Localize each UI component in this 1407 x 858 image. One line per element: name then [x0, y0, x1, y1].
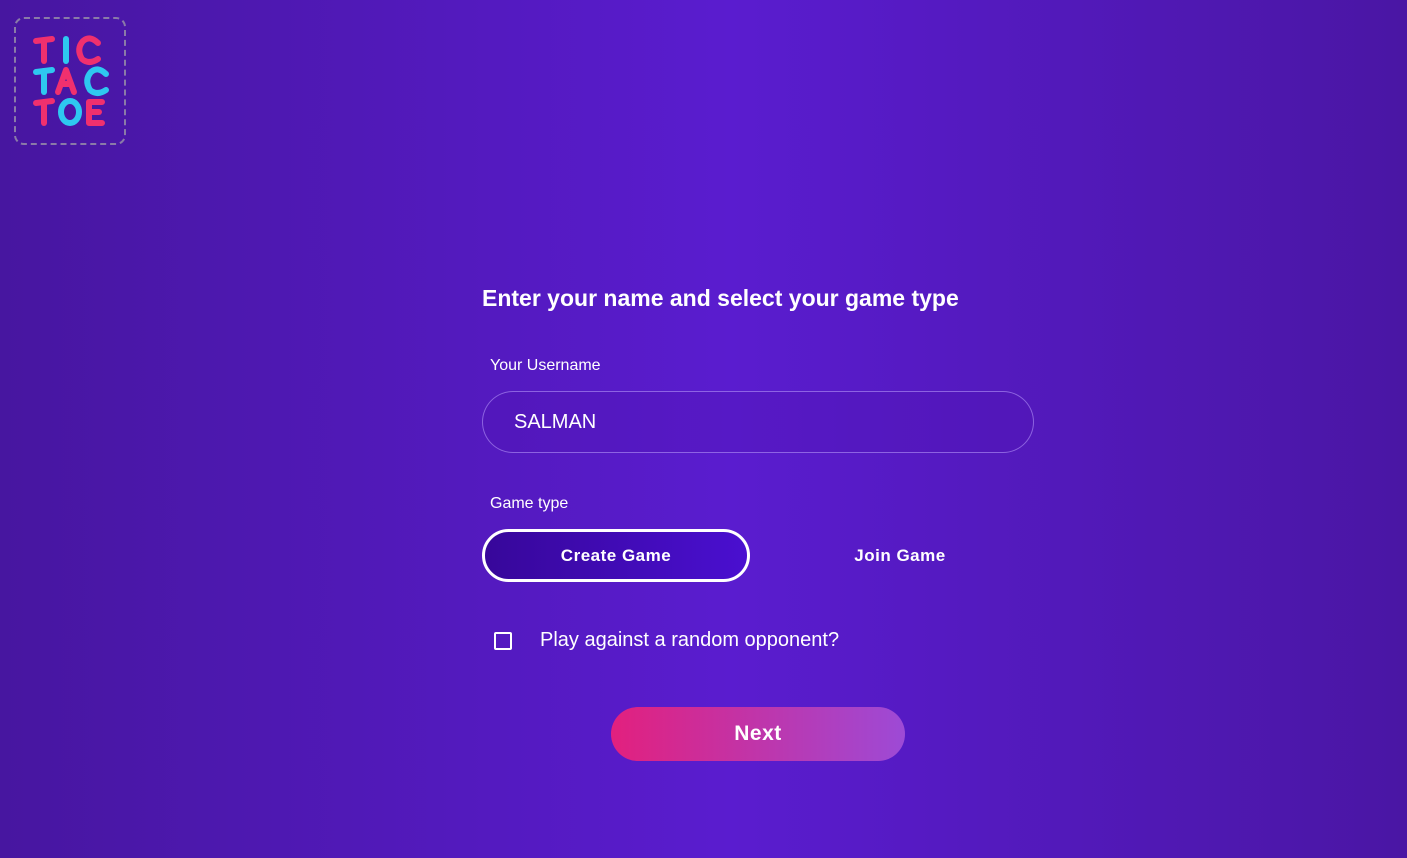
random-opponent-row: Play against a random opponent? — [494, 629, 839, 652]
username-label: Your Username — [490, 357, 601, 374]
game-type-label: Game type — [490, 495, 569, 512]
random-opponent-label[interactable]: Play against a random opponent? — [540, 629, 839, 652]
join-game-button[interactable]: Join Game — [766, 529, 1034, 582]
create-game-button[interactable]: Create Game — [482, 529, 750, 582]
form-heading: Enter your name and select your game typ… — [482, 285, 959, 311]
tic-tac-toe-logo-icon — [33, 35, 109, 126]
app-logo — [14, 17, 126, 145]
random-opponent-checkbox[interactable] — [494, 631, 512, 650]
username-input[interactable] — [482, 391, 1034, 453]
next-button[interactable]: Next — [611, 707, 905, 761]
